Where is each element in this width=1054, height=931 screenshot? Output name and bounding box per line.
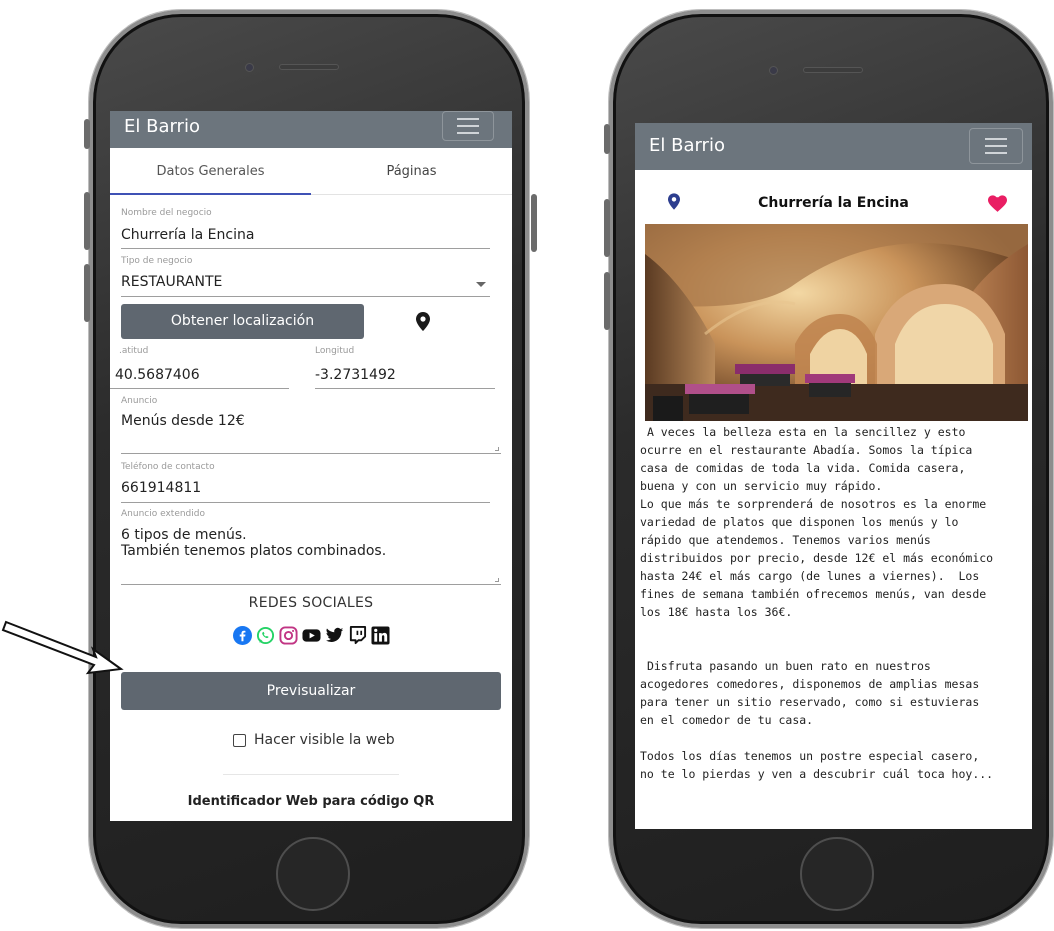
volume-down-button <box>604 272 610 330</box>
editor-tabs: Datos Generales Páginas <box>110 148 512 195</box>
volume-up-button <box>84 192 90 250</box>
front-camera <box>769 66 778 75</box>
visible-web-label: Hacer visible la web <box>254 732 395 748</box>
front-camera <box>245 63 254 72</box>
latitude-input[interactable]: 40.5687406 <box>115 367 200 383</box>
tab-datos-generales[interactable]: Datos Generales <box>110 148 311 195</box>
hamburger-icon <box>985 138 1007 140</box>
arrow-annotation-icon <box>1 620 124 675</box>
heart-icon[interactable] <box>988 195 1007 212</box>
earpiece-speaker <box>279 64 339 70</box>
mute-switch <box>604 124 610 154</box>
linkedin-icon[interactable] <box>370 626 390 645</box>
earpiece-speaker <box>803 67 863 73</box>
navbar-brand[interactable]: El Barrio <box>124 116 200 137</box>
twitch-icon[interactable] <box>348 626 367 645</box>
home-button[interactable] <box>276 837 350 911</box>
visible-web-checkbox[interactable] <box>233 733 246 747</box>
longitude-label: Longitud <box>315 346 355 356</box>
home-button[interactable] <box>800 837 874 911</box>
facebook-icon[interactable] <box>232 626 252 645</box>
extended-ad-line1[interactable]: 6 tipos de menús. <box>121 527 247 543</box>
business-header: Churrería la Encina <box>635 189 1032 223</box>
business-type-label: Tipo de negocio <box>121 256 193 266</box>
get-location-button[interactable]: Obtener localización <box>121 304 364 339</box>
location-pin-icon[interactable] <box>416 312 430 331</box>
volume-up-button <box>604 199 610 257</box>
visible-web-checkbox-row[interactable]: Hacer visible la web <box>233 732 395 748</box>
chevron-down-icon[interactable] <box>476 282 486 288</box>
extended-ad-label: Anuncio extendido <box>121 509 205 519</box>
youtube-icon[interactable] <box>301 626 321 645</box>
business-type-select[interactable]: RESTAURANTE <box>121 274 222 290</box>
business-name-label: Nombre del negocio <box>121 208 212 218</box>
menu-toggle-button[interactable] <box>442 111 494 141</box>
power-button <box>531 194 537 252</box>
social-icons-row <box>110 626 512 645</box>
qr-identifier-title: Identificador Web para código QR <box>187 794 435 809</box>
ad-label: Anuncio <box>121 396 158 406</box>
twitter-icon[interactable] <box>325 626 344 645</box>
business-name-input[interactable]: Churrería la Encina <box>121 227 254 243</box>
preview-navbar: El Barrio <box>635 123 1032 170</box>
phone-input[interactable]: 661914811 <box>121 480 201 496</box>
preview-button[interactable]: Previsualizar <box>121 672 501 710</box>
resize-handle[interactable] <box>495 447 499 451</box>
resize-handle[interactable] <box>495 578 499 582</box>
whatsapp-icon[interactable] <box>256 626 275 645</box>
navbar-brand[interactable]: El Barrio <box>649 135 725 156</box>
latitude-label: .atitud <box>119 346 149 356</box>
business-description: A veces la belleza esta en la sencillez … <box>640 425 994 781</box>
ad-textarea[interactable]: Menús desde 12€ <box>121 413 245 429</box>
volume-down-button <box>84 264 90 322</box>
divider <box>223 774 399 775</box>
hamburger-icon <box>457 118 479 120</box>
tab-paginas[interactable]: Páginas <box>311 148 512 195</box>
extended-ad-line2[interactable]: También tenemos platos combinados. <box>121 543 386 559</box>
business-title: Churrería la Encina <box>758 195 909 211</box>
mute-switch <box>84 119 90 149</box>
longitude-input[interactable]: -3.2731492 <box>315 367 396 383</box>
menu-toggle-button[interactable] <box>969 128 1023 164</box>
instagram-icon[interactable] <box>278 626 298 645</box>
phone-label: Teléfono de contacto <box>121 462 215 472</box>
editor-screen: El Barrio Datos Generales Páginas Nombre… <box>110 111 512 821</box>
restaurant-photo <box>645 224 1028 421</box>
preview-screen: El Barrio Churrería la Encina A veces la… <box>635 123 1032 829</box>
social-section-title: REDES SOCIALES <box>248 595 374 611</box>
editor-navbar: El Barrio <box>110 111 512 148</box>
